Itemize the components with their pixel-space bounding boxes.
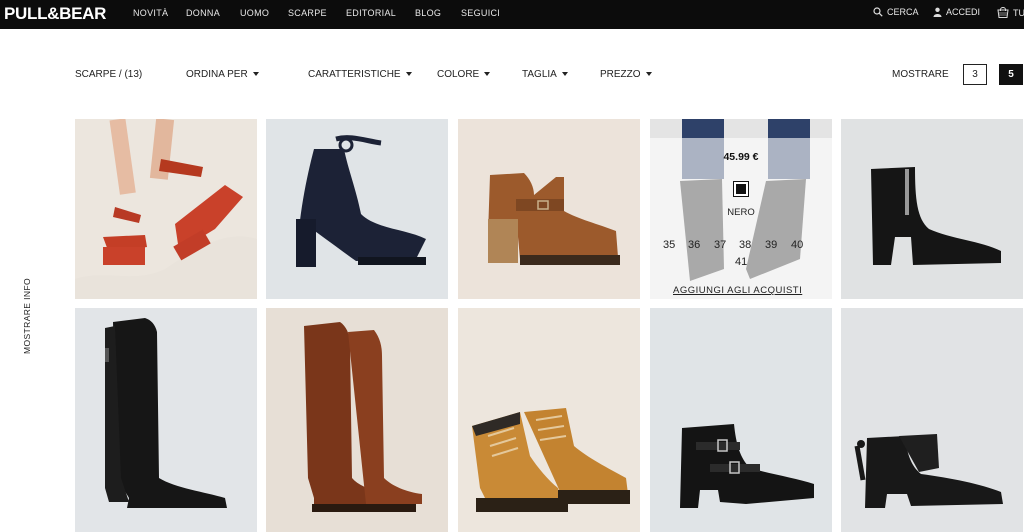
size-option[interactable]: 36 <box>688 239 700 251</box>
product-card-black-buckle-boot[interactable] <box>650 308 832 532</box>
cart-label: TU <box>1013 7 1024 18</box>
chevron-down-icon <box>484 72 491 76</box>
color-swatch-black[interactable] <box>733 181 749 197</box>
product-card-black-tassel-bootie[interactable] <box>841 308 1023 532</box>
product-card-black-zip-ankle-boot[interactable] <box>841 119 1023 299</box>
product-card-black-knee-boot[interactable] <box>75 308 257 532</box>
size-option[interactable]: 39 <box>765 239 777 251</box>
product-image <box>841 308 1023 532</box>
size-option[interactable]: 38 <box>739 239 751 251</box>
product-image <box>75 119 257 299</box>
price-dropdown[interactable]: PREZZO <box>600 69 652 80</box>
size-option[interactable]: 37 <box>714 239 726 251</box>
chevron-down-icon <box>405 72 412 76</box>
size-option[interactable]: 40 <box>791 239 803 251</box>
size-option[interactable]: 41 <box>735 256 747 268</box>
view-3-columns-button[interactable]: 3 <box>963 64 987 85</box>
product-card-tan-cutout-bootie[interactable] <box>458 119 640 299</box>
product-card-tan-work-boot[interactable] <box>458 308 640 532</box>
product-image <box>458 119 640 299</box>
color-name: NERO <box>727 207 755 218</box>
show-info-toggle[interactable]: MOSTRARE INFO <box>22 278 32 354</box>
size-dropdown[interactable]: TAGLIA <box>522 69 568 80</box>
category-label: SCARPE / (13) <box>75 69 143 80</box>
sort-dropdown[interactable]: ORDINA PER <box>186 69 259 80</box>
chevron-down-icon <box>561 72 568 76</box>
nav-item-seguici[interactable]: SEGUICI <box>461 8 500 18</box>
nav-item-novita[interactable]: NOVITÀ <box>133 8 168 18</box>
search-link[interactable]: CERCA <box>873 7 919 17</box>
product-image <box>266 119 448 299</box>
add-to-cart-link[interactable]: AGGIUNGI AGLI ACQUISTI <box>673 285 802 296</box>
view-5-columns-button[interactable]: 5 <box>999 64 1023 85</box>
chevron-down-icon <box>645 72 652 76</box>
size-option[interactable]: 35 <box>663 239 675 251</box>
nav-item-scarpe[interactable]: SCARPE <box>288 8 327 18</box>
nav-item-editorial[interactable]: EDITORIAL <box>346 8 396 18</box>
nav-item-uomo[interactable]: UOMO <box>240 8 269 18</box>
shopping-bag-icon <box>997 7 1009 18</box>
cart-link[interactable]: TU <box>997 7 1024 18</box>
features-dropdown[interactable]: CARATTERISTICHE <box>308 69 412 80</box>
product-image <box>841 119 1023 299</box>
product-image <box>266 308 448 532</box>
features-label: CARATTERISTICHE <box>308 69 401 80</box>
nav-item-blog[interactable]: BLOG <box>415 8 441 18</box>
view-count-label: MOSTRARE <box>892 69 949 80</box>
login-link[interactable]: ACCEDI <box>933 7 980 17</box>
product-image <box>650 308 832 532</box>
top-nav: PULL&BEAR NOVITÀ DONNA UOMO SCARPE EDITO… <box>0 0 1024 29</box>
category-breadcrumb[interactable]: SCARPE / (13) <box>75 69 142 80</box>
sort-label: ORDINA PER <box>186 69 248 80</box>
product-card-red-platform-sandal[interactable] <box>75 119 257 299</box>
product-price: 45.99 € <box>723 151 759 163</box>
price-label: PREZZO <box>600 69 641 80</box>
user-icon <box>933 7 942 17</box>
color-label: COLORE <box>437 69 480 80</box>
product-card-navy-ankle-strap-heel[interactable] <box>266 119 448 299</box>
color-dropdown[interactable]: COLORE <box>437 69 491 80</box>
size-label: TAGLIA <box>522 69 557 80</box>
nav-item-donna[interactable]: DONNA <box>186 8 220 18</box>
product-image <box>458 308 640 532</box>
brand-logo[interactable]: PULL&BEAR <box>4 4 106 24</box>
chevron-down-icon <box>252 72 259 76</box>
product-card-brown-knee-boot[interactable] <box>266 308 448 532</box>
search-label: CERCA <box>887 7 919 17</box>
login-label: ACCEDI <box>946 7 981 17</box>
search-icon <box>873 7 883 17</box>
product-image <box>75 308 257 532</box>
